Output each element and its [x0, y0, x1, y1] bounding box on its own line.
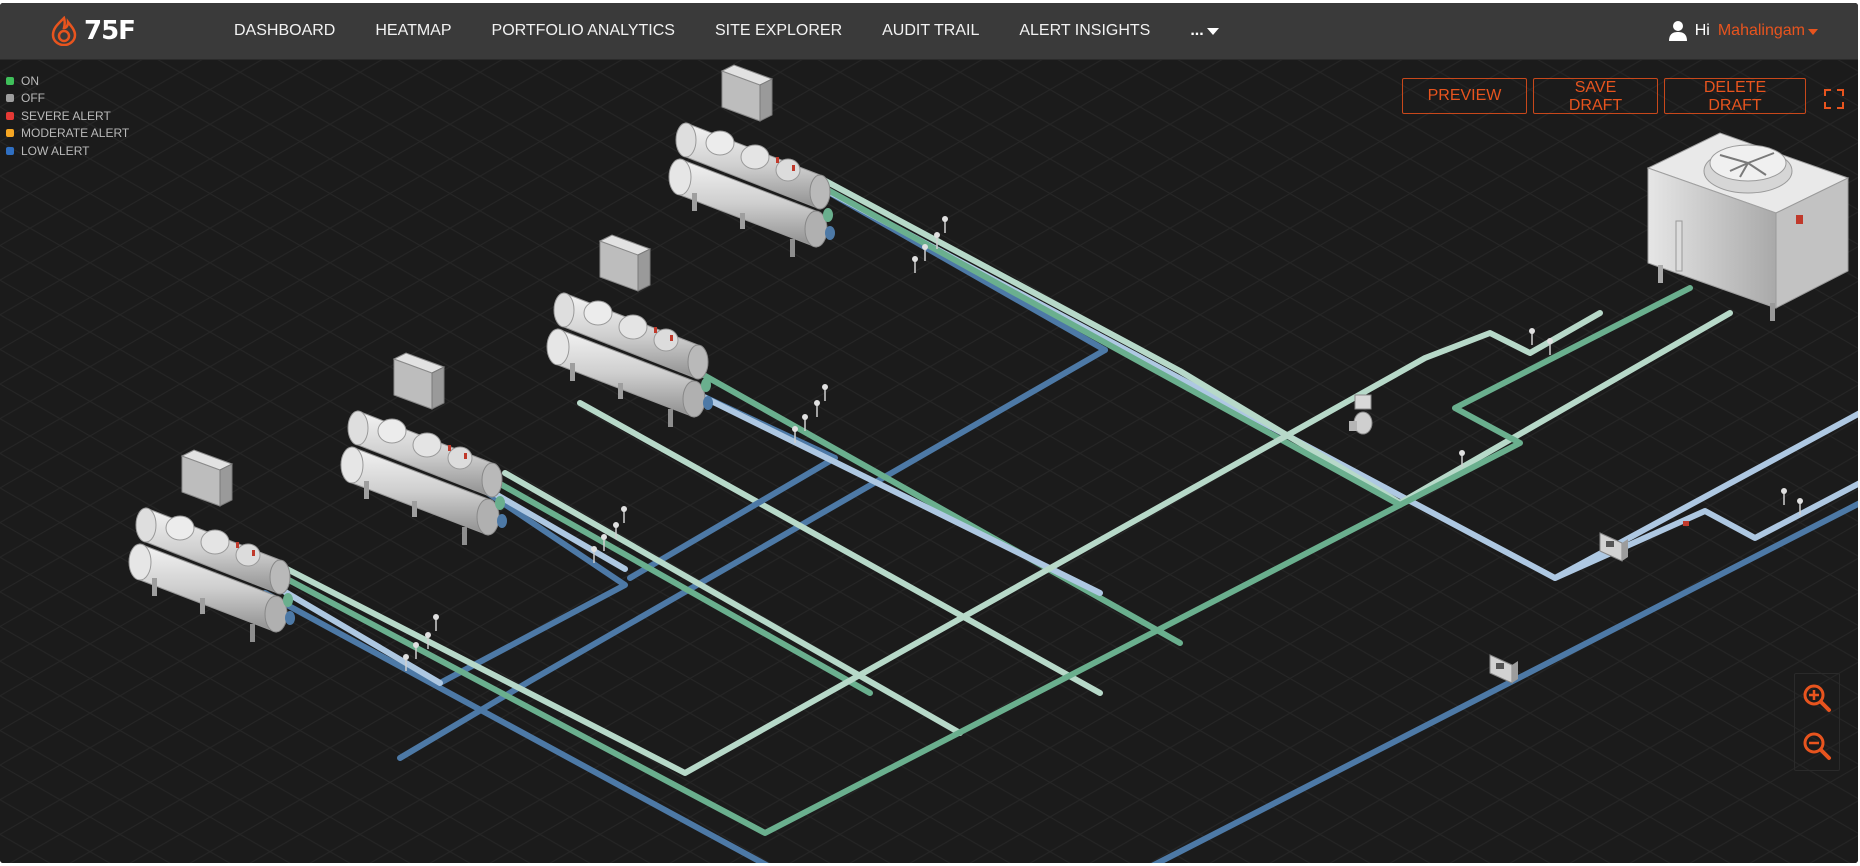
flame-icon — [51, 16, 77, 46]
zoom-in-icon — [1803, 684, 1831, 712]
caret-down-icon — [1206, 27, 1219, 35]
nav-dashboard[interactable]: DASHBOARD — [234, 22, 335, 40]
legend-label: ON — [21, 73, 39, 88]
main-nav: DASHBOARD HEATMAP PORTFOLIO ANALYTICS SI… — [234, 3, 1219, 59]
plant-scene-canvas — [0, 3, 1858, 863]
fullscreen-icon[interactable] — [1824, 89, 1844, 109]
nav-audit-trail[interactable]: AUDIT TRAIL — [882, 22, 979, 40]
draft-actions: PREVIEW SAVE DRAFT DELETE DRAFT — [1396, 78, 1806, 114]
floor-plan-app: 75F DASHBOARD HEATMAP PORTFOLIO ANALYTIC… — [0, 3, 1858, 863]
delete-draft-button[interactable]: DELETE DRAFT — [1664, 78, 1806, 114]
nav-alert-insights[interactable]: ALERT INSIGHTS — [1019, 22, 1150, 40]
user-icon — [1668, 21, 1687, 41]
nav-site-explorer[interactable]: SITE EXPLORER — [715, 22, 842, 40]
legend-item-off: OFF — [6, 90, 129, 108]
logo-text: 75F — [84, 16, 136, 46]
greeting-text: Hi — [1694, 22, 1710, 39]
user-menu[interactable]: Hi Mahalingam — [1668, 3, 1818, 59]
legend-swatch — [6, 146, 14, 155]
legend-label: SEVERE ALERT — [21, 108, 111, 123]
legend-item-on: ON — [6, 72, 129, 90]
save-draft-button[interactable]: SAVE DRAFT — [1533, 78, 1658, 114]
zoom-in-button[interactable] — [1795, 674, 1839, 722]
username[interactable]: Mahalingam — [1718, 22, 1805, 40]
nav-more-menu[interactable]: ... — [1190, 22, 1219, 40]
top-nav-bar: 75F DASHBOARD HEATMAP PORTFOLIO ANALYTIC… — [0, 3, 1858, 60]
legend-label: LOW ALERT — [21, 143, 90, 158]
legend-item-low-alert: LOW ALERT — [6, 142, 129, 160]
legend-item-moderate-alert: MODERATE ALERT — [6, 125, 129, 143]
zoom-out-button[interactable] — [1795, 722, 1839, 770]
legend-label: MODERATE ALERT — [21, 126, 130, 141]
legend-swatch — [6, 129, 14, 138]
nav-more-label: ... — [1190, 22, 1204, 39]
legend-item-severe-alert: SEVERE ALERT — [6, 107, 129, 125]
zoom-out-icon — [1803, 732, 1831, 760]
brand-logo[interactable]: 75F — [50, 15, 136, 47]
legend-swatch — [6, 76, 14, 85]
nav-heatmap[interactable]: HEATMAP — [375, 22, 451, 40]
alert-marker — [1683, 521, 1689, 526]
legend-label: OFF — [21, 91, 45, 106]
caret-down-icon[interactable] — [1808, 29, 1818, 35]
legend-swatch — [6, 94, 14, 103]
preview-button[interactable]: PREVIEW — [1402, 78, 1527, 114]
nav-portfolio-analytics[interactable]: PORTFOLIO ANALYTICS — [492, 22, 675, 40]
status-legend: ON OFF SEVERE ALERT MODERATE ALERT LOW A… — [6, 72, 129, 160]
legend-swatch — [6, 111, 14, 120]
zoom-controls — [1794, 673, 1840, 771]
